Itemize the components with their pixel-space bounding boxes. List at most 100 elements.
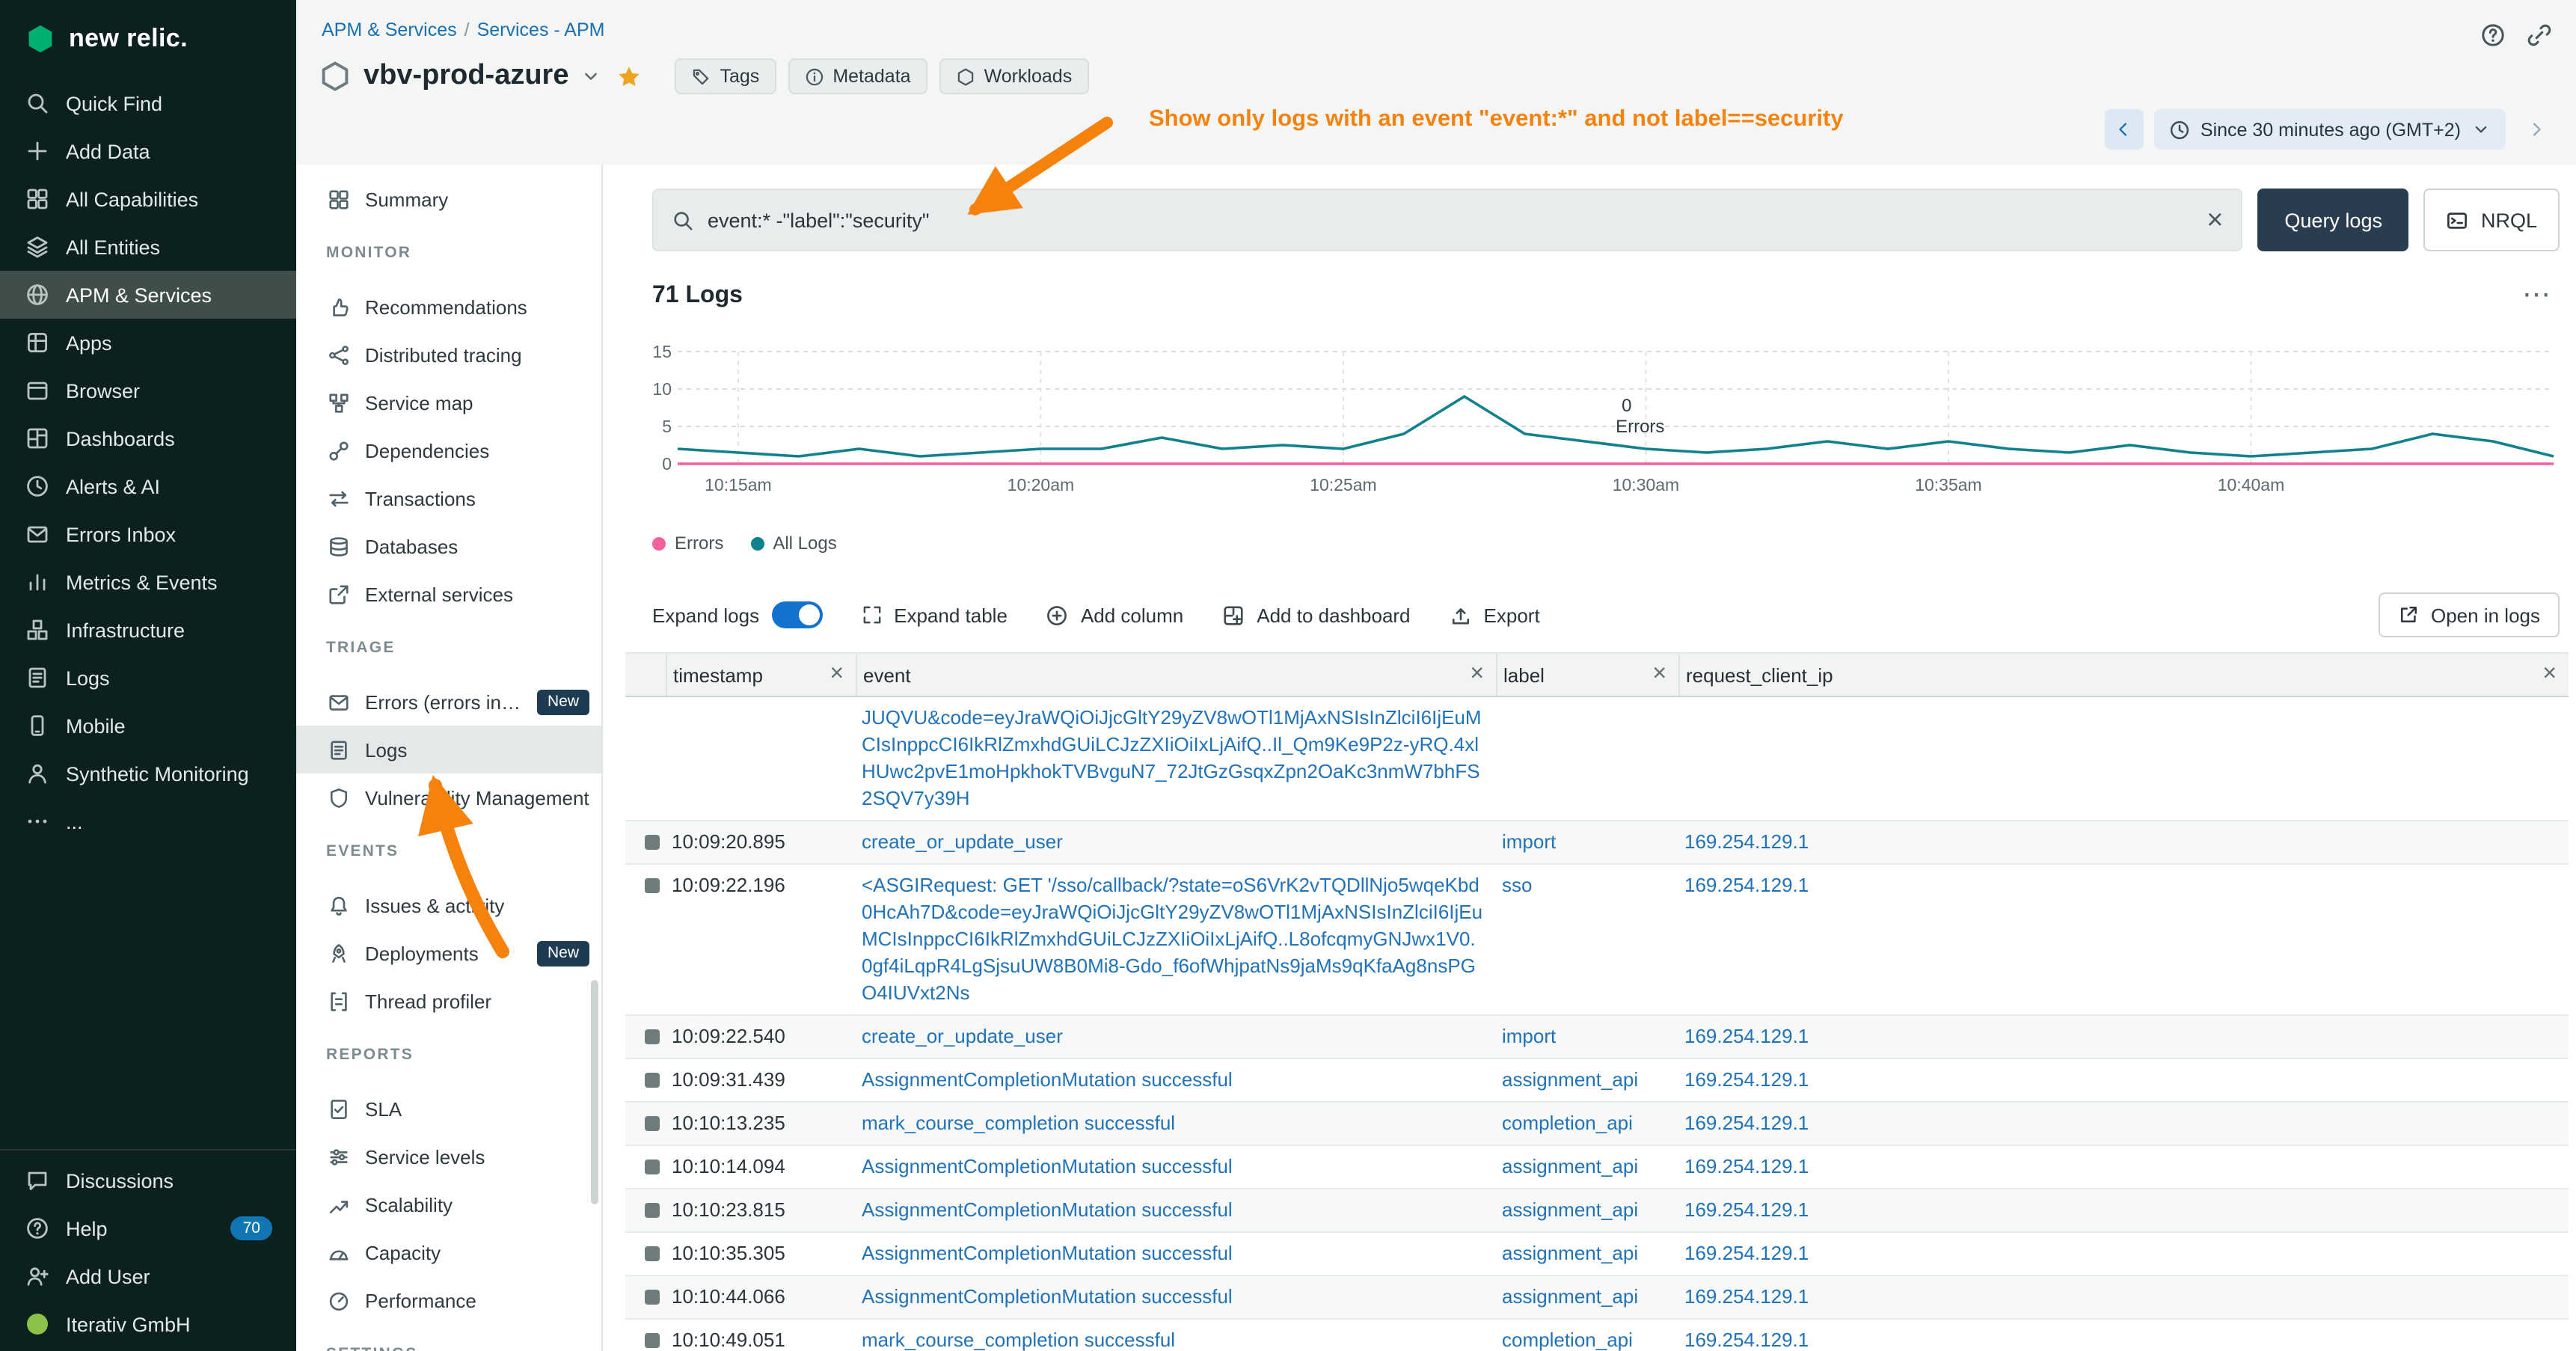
log-row[interactable]: 10:09:22.196<ASGIRequest: GET '/sso/call…: [625, 865, 2569, 1016]
newrelic-logo[interactable]: new relic.: [0, 0, 296, 64]
log-row[interactable]: 10:09:20.895create_or_update_userimport1…: [625, 821, 2569, 865]
log-ip-link[interactable]: 169.254.129.1: [1684, 1155, 1809, 1177]
log-ip-link[interactable]: 169.254.129.1: [1684, 874, 1809, 896]
sidebar-item-alerts-ai[interactable]: Alerts & AI: [0, 462, 296, 510]
log-label-link[interactable]: assignment_api: [1502, 1068, 1638, 1091]
log-ip-link[interactable]: 169.254.129.1: [1684, 1285, 1809, 1308]
log-event-link[interactable]: mark_course_completion successful: [862, 1112, 1175, 1134]
sidebar-item-more[interactable]: ...: [0, 797, 296, 845]
row-checkbox[interactable]: [645, 1246, 660, 1261]
time-picker[interactable]: Since 30 minutes ago (GMT+2): [2154, 109, 2506, 150]
log-event-link[interactable]: mark_course_completion successful: [862, 1329, 1175, 1351]
log-row[interactable]: 10:10:13.235mark_course_completion succe…: [625, 1103, 2569, 1146]
sidebar-item-iterativ-gmbh[interactable]: Iterativ GmbH: [0, 1300, 296, 1348]
subnav-item-dependencies[interactable]: Dependencies: [296, 426, 601, 474]
subnav-item-databases[interactable]: Databases: [296, 522, 601, 570]
log-event-link[interactable]: <ASGIRequest: GET '/sso/callback/?state=…: [862, 874, 1482, 1004]
log-event-link[interactable]: JUQVU&code=eyJraWQiOiJjcGltY29yZV8wOTl1M…: [862, 706, 1482, 809]
toggle-switch[interactable]: [771, 601, 822, 628]
sidebar-item-help[interactable]: Help70: [0, 1204, 296, 1252]
time-forward-button[interactable]: [2516, 109, 2555, 150]
tags-button[interactable]: Tags: [675, 58, 776, 94]
entity-switcher-chevron-icon[interactable]: [581, 66, 602, 87]
log-ip-link[interactable]: 169.254.129.1: [1684, 1025, 1809, 1047]
remove-column-event-button[interactable]: ×: [1470, 663, 1484, 687]
time-back-button[interactable]: [2105, 109, 2144, 150]
subnav-item-sla[interactable]: SLA: [296, 1085, 601, 1133]
log-label-link[interactable]: sso: [1502, 874, 1532, 896]
sidebar-item-add-user[interactable]: Add User: [0, 1252, 296, 1300]
legend-all-logs[interactable]: All Logs: [750, 533, 836, 554]
log-row[interactable]: 10:10:49.051mark_course_completion succe…: [625, 1320, 2569, 1351]
row-checkbox[interactable]: [645, 1333, 660, 1348]
row-checkbox[interactable]: [645, 1116, 660, 1131]
subnav-item-deployments[interactable]: DeploymentsNew: [296, 929, 601, 977]
sidebar-item-apm-services[interactable]: APM & Services: [0, 271, 296, 319]
log-row[interactable]: JUQVU&code=eyJraWQiOiJjcGltY29yZV8wOTl1M…: [625, 697, 2569, 821]
help-circle-icon[interactable]: [2480, 22, 2506, 48]
log-label-link[interactable]: assignment_api: [1502, 1242, 1638, 1264]
log-event-link[interactable]: AssignmentCompletionMutation successful: [862, 1155, 1233, 1177]
subnav-item-logs[interactable]: Logs: [296, 726, 601, 773]
breadcrumb-services-apm[interactable]: Services - APM: [477, 19, 605, 40]
row-checkbox[interactable]: [645, 878, 660, 893]
subnav-item-performance[interactable]: Performance: [296, 1276, 601, 1324]
sidebar-item-apps[interactable]: Apps: [0, 319, 296, 367]
favorite-star-icon[interactable]: [617, 64, 643, 89]
sidebar-item-quick-find[interactable]: Quick Find: [0, 79, 296, 127]
sidebar-item-dashboards[interactable]: Dashboards: [0, 414, 296, 462]
open-in-logs-button[interactable]: Open in logs: [2379, 592, 2560, 637]
log-row[interactable]: 10:09:31.439AssignmentCompletionMutation…: [625, 1059, 2569, 1103]
clear-query-button[interactable]: ×: [2207, 206, 2223, 234]
more-options-button[interactable]: ⋯: [2522, 281, 2551, 310]
subnav-item-recommendations[interactable]: Recommendations: [296, 283, 601, 331]
sidebar-item-infrastructure[interactable]: Infrastructure: [0, 606, 296, 654]
sidebar-item-synthetic-monitoring[interactable]: Synthetic Monitoring: [0, 750, 296, 797]
add-column-button[interactable]: Add column: [1046, 604, 1183, 626]
subnav-item-issues-activity[interactable]: Issues & activity: [296, 881, 601, 929]
row-checkbox[interactable]: [645, 1203, 660, 1218]
log-ip-link[interactable]: 169.254.129.1: [1684, 1112, 1809, 1134]
log-ip-link[interactable]: 169.254.129.1: [1684, 1329, 1809, 1351]
log-label-link[interactable]: assignment_api: [1502, 1198, 1638, 1221]
log-row[interactable]: 10:10:44.066AssignmentCompletionMutation…: [625, 1276, 2569, 1320]
log-row[interactable]: 10:10:23.815AssignmentCompletionMutation…: [625, 1189, 2569, 1233]
sidebar-scrollbar[interactable]: [591, 980, 598, 1204]
log-event-link[interactable]: AssignmentCompletionMutation successful: [862, 1198, 1233, 1221]
subnav-item-distributed-tracing[interactable]: Distributed tracing: [296, 331, 601, 379]
row-checkbox[interactable]: [645, 1029, 660, 1044]
log-label-link[interactable]: import: [1502, 1025, 1556, 1047]
expand-logs-toggle[interactable]: Expand logs: [652, 601, 822, 628]
copy-link-icon[interactable]: [2527, 22, 2552, 48]
subnav-item-service-map[interactable]: Service map: [296, 379, 601, 426]
subnav-item-external-services[interactable]: External services: [296, 570, 601, 618]
subnav-item-summary[interactable]: Summary: [296, 175, 601, 223]
subnav-item-thread-profiler[interactable]: Thread profiler: [296, 977, 601, 1025]
row-checkbox[interactable]: [645, 1159, 660, 1174]
sidebar-item-metrics-events[interactable]: Metrics & Events: [0, 558, 296, 606]
log-query-input[interactable]: [708, 209, 2193, 231]
subnav-item-transactions[interactable]: Transactions: [296, 474, 601, 522]
log-ip-link[interactable]: 169.254.129.1: [1684, 1198, 1809, 1221]
row-checkbox[interactable]: [645, 1073, 660, 1088]
sidebar-item-logs[interactable]: Logs: [0, 654, 296, 702]
sidebar-item-all-entities[interactable]: All Entities: [0, 223, 296, 271]
row-checkbox[interactable]: [645, 1290, 660, 1305]
sidebar-item-mobile[interactable]: Mobile: [0, 702, 296, 750]
legend-errors[interactable]: Errors: [652, 533, 723, 554]
workloads-button[interactable]: Workloads: [939, 58, 1089, 94]
row-checkbox[interactable]: [645, 835, 660, 850]
query-logs-button[interactable]: Query logs: [2257, 189, 2409, 251]
log-event-link[interactable]: AssignmentCompletionMutation successful: [862, 1068, 1233, 1091]
log-query-bar[interactable]: ×: [652, 189, 2242, 251]
remove-column-request_client_ip-button[interactable]: ×: [2542, 663, 2557, 687]
nrql-button[interactable]: NRQL: [2424, 189, 2560, 251]
sidebar-item-browser[interactable]: Browser: [0, 367, 296, 414]
log-row[interactable]: 10:10:35.305AssignmentCompletionMutation…: [625, 1233, 2569, 1276]
add-to-dashboard-button[interactable]: Add to dashboard: [1222, 604, 1410, 626]
log-label-link[interactable]: assignment_api: [1502, 1285, 1638, 1308]
sidebar-item-add-data[interactable]: Add Data: [0, 127, 296, 175]
sidebar-item-discussions[interactable]: Discussions: [0, 1157, 296, 1204]
breadcrumb-apm-services[interactable]: APM & Services: [322, 19, 457, 40]
log-label-link[interactable]: completion_api: [1502, 1112, 1633, 1134]
